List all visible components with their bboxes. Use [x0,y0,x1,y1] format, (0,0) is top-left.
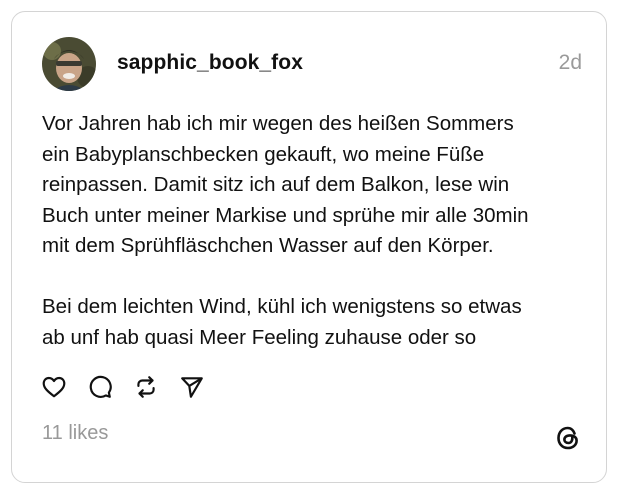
like-count[interactable]: 11 likes [42,420,108,446]
like-button[interactable] [40,373,68,401]
avatar[interactable] [42,37,96,91]
repost-button[interactable] [132,373,160,401]
post-text: Vor Jahren hab ich mir wegen des heißen … [42,109,592,353]
threads-logo-icon[interactable] [554,424,582,452]
share-icon [181,377,203,398]
post-paragraph: Bei dem leichten Wind, kühl ich wenigste… [42,295,522,349]
post-timestamp[interactable]: 2d [559,50,582,76]
reply-button[interactable] [86,373,114,401]
username[interactable]: sapphic_book_fox [117,50,303,76]
action-bar [40,372,224,402]
post-card: sapphic_book_fox 2d Vor Jahren hab ich m… [11,11,607,483]
heart-icon [42,376,66,398]
repost-icon [137,376,155,398]
comment-icon [89,375,112,398]
share-button[interactable] [178,373,206,401]
post-paragraph: Vor Jahren hab ich mir wegen des heißen … [42,112,529,257]
